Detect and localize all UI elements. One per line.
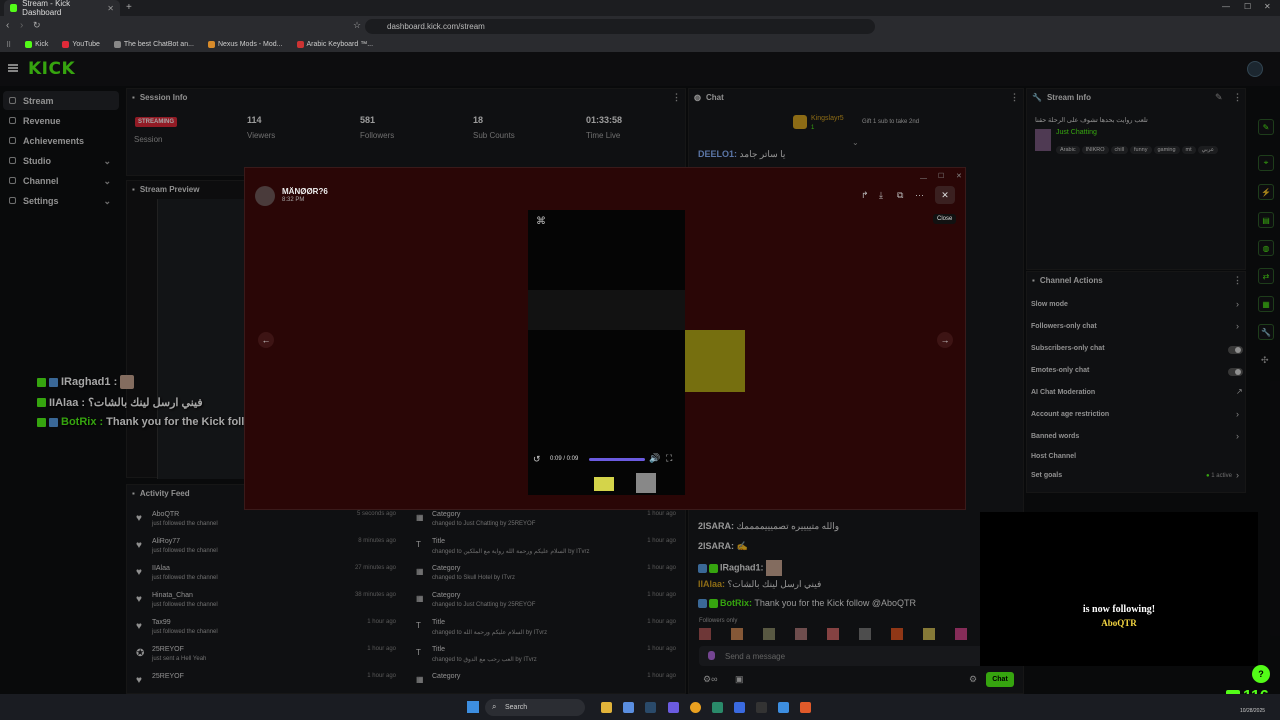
- open-external-icon[interactable]: ⧉: [897, 190, 903, 201]
- terminal-icon[interactable]: [756, 702, 767, 713]
- video-player[interactable]: ⌘ ↺ 0:09 / 0:09 🔊 ⛶: [528, 210, 685, 495]
- background-thumbnail: [683, 330, 745, 392]
- kick-icon: [25, 41, 33, 48]
- new-tab-icon[interactable]: +: [126, 2, 132, 13]
- taskbar-search[interactable]: ⌕ Search: [485, 699, 585, 716]
- download-icon[interactable]: ⤓: [879, 190, 883, 201]
- help-icon[interactable]: ?: [1252, 665, 1270, 683]
- taskbar: [0, 694, 1280, 720]
- bookmark-kick[interactable]: Kick: [25, 41, 48, 48]
- forward-icon[interactable]: ↱: [861, 190, 869, 201]
- video-frame: [528, 290, 685, 330]
- bookmarks-bar: ⠿ Kick YouTube The best ChatBot an... Ne…: [0, 37, 1280, 52]
- brave-icon[interactable]: [800, 702, 811, 713]
- close-icon[interactable]: ✕: [935, 186, 955, 204]
- thumbnail-2[interactable]: [636, 473, 656, 493]
- window-close-icon[interactable]: ✕: [956, 172, 962, 180]
- volume-icon[interactable]: 🔊: [649, 453, 660, 464]
- youtube-icon: [62, 41, 70, 48]
- close-window-icon[interactable]: ✕: [1264, 2, 1271, 11]
- bookmark-chatbot[interactable]: The best ChatBot an...: [113, 41, 194, 48]
- modal-timestamp: 8:32 PM: [282, 197, 305, 203]
- taskbar-date: 10/28/2025: [1240, 708, 1266, 714]
- browser-tab-bar: Stream - Kick Dashboard ✕ + — ☐ ✕: [0, 0, 1280, 17]
- search-icon: ⌕: [492, 702, 497, 711]
- forward-icon[interactable]: ›: [20, 20, 23, 31]
- bookmark-nexus[interactable]: Nexus Mods - Mod...: [207, 41, 283, 48]
- app-icon[interactable]: [623, 702, 634, 713]
- previous-arrow-icon[interactable]: ←: [258, 332, 274, 348]
- modal-user-name: MÄNØØR?6: [282, 187, 328, 196]
- url-text: dashboard.kick.com/stream: [387, 22, 485, 31]
- kick-favicon-icon: [10, 4, 18, 12]
- maximize-icon[interactable]: ☐: [938, 172, 944, 180]
- minimize-icon[interactable]: —: [920, 175, 927, 182]
- follow-alert-text: is now following!: [1082, 604, 1156, 615]
- bookmark-arabic-keyboard[interactable]: Arabic Keyboard ™...: [296, 41, 373, 48]
- url-field[interactable]: dashboard.kick.com/stream: [365, 19, 875, 34]
- app-icon[interactable]: [778, 702, 789, 713]
- app-icon[interactable]: [712, 702, 723, 713]
- minimize-window-icon[interactable]: —: [1222, 2, 1230, 11]
- file-explorer-icon[interactable]: [601, 702, 612, 713]
- discord-logo-icon: ⌘: [536, 216, 546, 227]
- follow-alert-user: AboQTR: [1101, 618, 1137, 628]
- chatbot-icon: [113, 41, 121, 48]
- more-icon[interactable]: ⋯: [915, 190, 924, 201]
- close-tab-icon[interactable]: ✕: [107, 4, 114, 13]
- keyboard-icon: [296, 41, 304, 48]
- maximize-window-icon[interactable]: ☐: [1244, 2, 1251, 11]
- bookmark-icon[interactable]: ☆: [353, 20, 361, 31]
- discord-icon[interactable]: [668, 702, 679, 713]
- modal-user-avatar: [255, 186, 275, 206]
- thumbnail-1[interactable]: [594, 477, 614, 491]
- back-icon[interactable]: ‹: [6, 20, 9, 31]
- apps-icon[interactable]: ⠿: [6, 41, 11, 49]
- tab-title: Stream - Kick Dashboard: [22, 0, 71, 17]
- close-tooltip: Close: [933, 214, 957, 224]
- windows-start-icon[interactable]: [467, 701, 479, 713]
- nexus-icon: [207, 41, 215, 48]
- bookmark-youtube[interactable]: YouTube: [62, 41, 100, 48]
- chrome-icon[interactable]: [690, 702, 701, 713]
- fullscreen-icon[interactable]: ⛶: [666, 453, 672, 464]
- video-time: 0:09 / 0:09: [550, 456, 579, 462]
- browser-tab[interactable]: Stream - Kick Dashboard ✕: [4, 0, 120, 17]
- follow-alert-overlay: is now following! AboQTR: [980, 512, 1258, 666]
- replay-icon[interactable]: ↺: [533, 454, 541, 465]
- next-arrow-icon[interactable]: →: [937, 332, 953, 348]
- steam-icon[interactable]: [645, 702, 656, 713]
- video-progress-bar[interactable]: [589, 458, 645, 461]
- reload-icon[interactable]: ↻: [33, 20, 41, 31]
- app-icon[interactable]: [734, 702, 745, 713]
